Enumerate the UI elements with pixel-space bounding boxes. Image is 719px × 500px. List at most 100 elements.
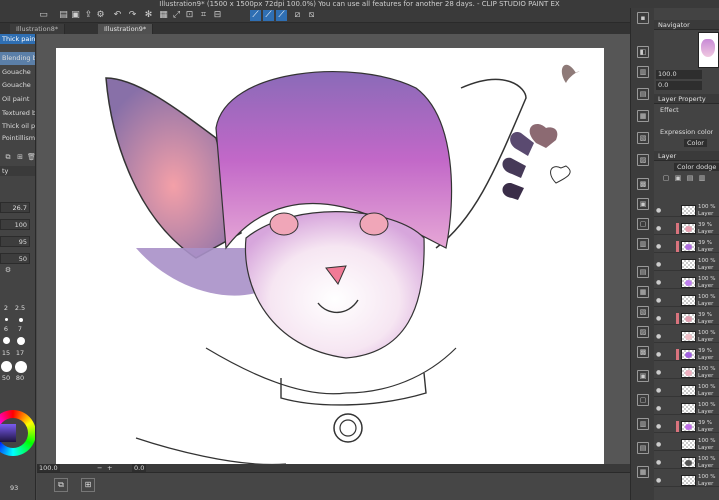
layer-row[interactable]: ● 39 % Layer <box>654 348 719 361</box>
layer-row[interactable]: ● 100 % Layer <box>654 384 719 397</box>
drawing-canvas[interactable] <box>56 48 604 464</box>
visibility-eye-icon[interactable]: ● <box>656 243 663 250</box>
layer-row[interactable]: ● 100 % Layer <box>654 276 719 289</box>
brush-size-dot[interactable] <box>15 361 27 373</box>
stabilizer-pen-icon[interactable]: ⟋ <box>250 10 261 21</box>
layer-row[interactable]: ● 100 % Layer <box>654 366 719 379</box>
layer-row[interactable]: ● 100 % Layer <box>654 402 719 415</box>
export-icon[interactable]: ⇪ <box>83 10 94 21</box>
intermediate-color-icon[interactable]: ▣ <box>637 370 649 382</box>
3d-icon[interactable]: ▤ <box>637 266 649 278</box>
layer-thumbnail[interactable] <box>681 385 696 396</box>
layer-thumbnail[interactable] <box>681 313 696 324</box>
layer-thumbnail[interactable] <box>681 223 696 234</box>
blend-mode-select[interactable]: Color dodge <box>674 163 719 171</box>
visibility-eye-icon[interactable]: ● <box>656 477 663 484</box>
auto-action-icon[interactable]: ▧ <box>637 132 649 144</box>
visibility-eye-icon[interactable]: ● <box>656 387 663 394</box>
layer-thumbnail[interactable] <box>681 241 696 252</box>
canvas-area[interactable] <box>37 34 630 464</box>
subtool-gouache-1[interactable]: Gouache <box>0 66 35 79</box>
clip-icon[interactable]: ▤ <box>686 174 694 182</box>
invert-selection-icon[interactable]: ⊟ <box>212 10 223 21</box>
subtool-pointillism[interactable]: Pointillism <box>0 132 35 145</box>
wrench-icon[interactable]: ⚙ <box>4 266 12 274</box>
delete-subtool-icon[interactable]: 🗑 <box>27 153 35 161</box>
undo-icon[interactable]: ↶ <box>112 10 123 21</box>
sub-tool-group-tab[interactable]: Thick paint <box>0 34 35 44</box>
subtool-textured-brush[interactable]: Textured brush <box>0 107 35 120</box>
deselect-icon[interactable]: ⊡ <box>184 10 195 21</box>
layer-row[interactable]: ● 39 % Layer <box>654 420 719 433</box>
layer-search-icon[interactable]: ▩ <box>637 178 649 190</box>
visibility-eye-icon[interactable]: ● <box>656 333 663 340</box>
navigator-zoom-field[interactable]: 100.0 <box>656 70 702 79</box>
layer-row[interactable]: ● 39 % Layer <box>654 312 719 325</box>
visibility-eye-icon[interactable]: ● <box>656 261 663 268</box>
rotation-angle-field[interactable]: 0.0 <box>132 464 147 472</box>
visibility-eye-icon[interactable]: ● <box>656 405 663 412</box>
pen-tilt-icon[interactable]: ⟋ <box>276 10 287 21</box>
tab-illustration8[interactable]: Illustration8* <box>10 24 66 34</box>
brush-size-dot[interactable] <box>17 337 25 345</box>
layer-property-icon[interactable]: ▦ <box>637 286 649 298</box>
layer-thumbnail[interactable] <box>681 349 696 360</box>
info-icon[interactable]: ▤ <box>637 88 649 100</box>
blend-field[interactable]: 50 <box>0 253 30 264</box>
snap-ruler-icon[interactable]: ⧄ <box>292 10 303 21</box>
tab-illustration9[interactable]: Illustration9* <box>98 24 154 34</box>
layer-thumbnail[interactable] <box>681 277 696 288</box>
open-folder-icon[interactable]: ▤ <box>58 10 69 21</box>
save-icon[interactable]: ▣ <box>70 10 81 21</box>
layer-thumbnail[interactable] <box>681 403 696 414</box>
subtool-oil-paint[interactable]: Oil paint <box>0 93 35 106</box>
color-set-icon[interactable]: ▩ <box>637 346 649 358</box>
brush-size-dot[interactable] <box>19 318 23 322</box>
navigator-icon[interactable]: ◧ <box>637 46 649 58</box>
layer-row[interactable]: ● 39 % Layer <box>654 240 719 253</box>
layer-thumbnail[interactable] <box>681 259 696 270</box>
zoom-plus-icon[interactable]: + <box>105 464 114 472</box>
item-bank-icon[interactable]: ▢ <box>637 218 649 230</box>
layer-thumbnail[interactable] <box>681 295 696 306</box>
settings-icon[interactable]: ⚙ <box>95 10 106 21</box>
brush-size-dot[interactable] <box>1 361 12 372</box>
layer-thumbnail[interactable] <box>681 457 696 468</box>
zoom-minus-icon[interactable]: − <box>95 464 104 472</box>
lock-icon[interactable]: ▢ <box>662 174 670 182</box>
visibility-eye-icon[interactable]: ● <box>656 315 663 322</box>
brush-size-dot[interactable] <box>3 337 10 344</box>
expression-color-select[interactable]: Color <box>684 139 707 147</box>
layer-thumbnail[interactable] <box>681 439 696 450</box>
layer-thumbnail[interactable] <box>681 421 696 432</box>
layer-row[interactable]: ● 100 % Layer <box>654 474 719 487</box>
snap-grid-icon[interactable]: ⧅ <box>306 10 317 21</box>
visibility-eye-icon[interactable]: ● <box>656 279 663 286</box>
layer-row[interactable]: ● 100 % Layer <box>654 294 719 307</box>
new-file-icon[interactable]: ▭ <box>38 10 49 21</box>
visibility-eye-icon[interactable]: ● <box>656 207 663 214</box>
visibility-eye-icon[interactable]: ● <box>656 441 663 448</box>
navigator-angle-field[interactable]: 0.0 <box>656 81 702 90</box>
zoom-level-field[interactable]: 100.0 <box>37 464 60 472</box>
redo-icon[interactable]: ↷ <box>127 10 138 21</box>
timeline-icon[interactable]: ▧ <box>637 306 649 318</box>
layer-open-icon[interactable]: ⧉ <box>54 478 68 492</box>
animation-icon[interactable]: ▥ <box>637 238 649 250</box>
history-icon[interactable]: ▦ <box>637 110 649 122</box>
brush-size-field[interactable]: 26.7 <box>0 202 30 213</box>
crop-icon[interactable]: ⌗ <box>198 10 209 21</box>
pen-pressure-icon[interactable]: ⟋ <box>263 10 274 21</box>
layer-row[interactable]: ● 39 % Layer <box>654 222 719 235</box>
fill-icon[interactable]: ▦ <box>158 10 169 21</box>
subtool-blending-brush[interactable]: Blending brush <box>0 52 35 65</box>
visibility-eye-icon[interactable]: ● <box>656 369 663 376</box>
layer-row[interactable]: ● 100 % Layer <box>654 258 719 271</box>
material-icon[interactable]: ▨ <box>637 154 649 166</box>
folder-icon[interactable]: ▨ <box>637 326 649 338</box>
brush-size-dot[interactable] <box>5 318 8 321</box>
copy-subtool-icon[interactable]: ⧉ <box>4 153 12 161</box>
layer-thumbnail[interactable] <box>681 331 696 342</box>
subtool-gouache-2[interactable]: Gouache <box>0 79 35 92</box>
visibility-eye-icon[interactable]: ● <box>656 423 663 430</box>
